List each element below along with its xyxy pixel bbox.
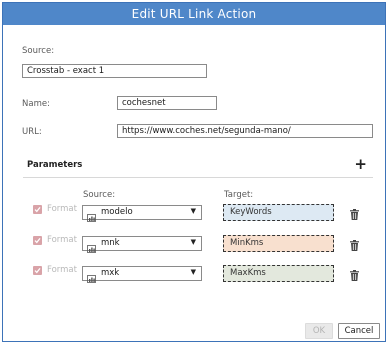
format-label: Format <box>47 265 77 275</box>
target-field[interactable]: MinKms <box>223 235 334 252</box>
format-checkbox[interactable] <box>33 236 42 245</box>
name-label: Name: <box>22 99 50 109</box>
plus-icon[interactable]: + <box>354 157 367 172</box>
trash-icon[interactable] <box>350 266 359 285</box>
source-select-value: mnk <box>101 238 120 248</box>
format-checkbox[interactable] <box>33 205 42 214</box>
source-label: Source: <box>22 46 55 56</box>
data-item-icon <box>87 208 97 227</box>
format-label: Format <box>47 235 77 245</box>
target-field[interactable]: KeyWords <box>223 204 334 221</box>
trash-icon[interactable] <box>350 205 359 224</box>
url-label: URL: <box>22 127 42 137</box>
parameters-title: Parameters <box>27 160 83 170</box>
name-field[interactable]: cochesnet <box>117 96 217 110</box>
target-field[interactable]: MaxKms <box>223 265 334 282</box>
source-select[interactable]: mxk ▼ <box>82 266 202 283</box>
format-checkbox[interactable] <box>33 266 42 275</box>
format-label: Format <box>47 204 77 214</box>
url-field[interactable]: https://www.coches.net/segunda-mano/ <box>117 124 373 138</box>
source-select[interactable]: modelo ▼ <box>82 205 202 222</box>
source-field[interactable]: Crosstab - exact 1 <box>22 64 207 78</box>
source-column-header: Source: <box>83 190 116 200</box>
data-item-icon <box>87 269 97 288</box>
source-select-value: mxk <box>101 268 120 278</box>
chevron-down-icon: ▼ <box>190 207 196 215</box>
chevron-down-icon: ▼ <box>190 268 196 276</box>
dialog-title: Edit URL Link Action <box>3 3 385 25</box>
chevron-down-icon: ▼ <box>190 238 196 246</box>
source-select[interactable]: mnk ▼ <box>82 236 202 253</box>
trash-icon[interactable] <box>350 236 359 255</box>
cancel-button[interactable]: Cancel <box>338 323 380 339</box>
source-select-value: modelo <box>101 207 133 217</box>
edit-url-link-action-dialog: Edit URL Link Action Source: Crosstab - … <box>2 2 386 342</box>
ok-button[interactable]: OK <box>305 323 333 339</box>
data-item-icon <box>87 239 97 258</box>
target-column-header: Target: <box>224 190 254 200</box>
parameters-header: Parameters + <box>23 153 373 178</box>
